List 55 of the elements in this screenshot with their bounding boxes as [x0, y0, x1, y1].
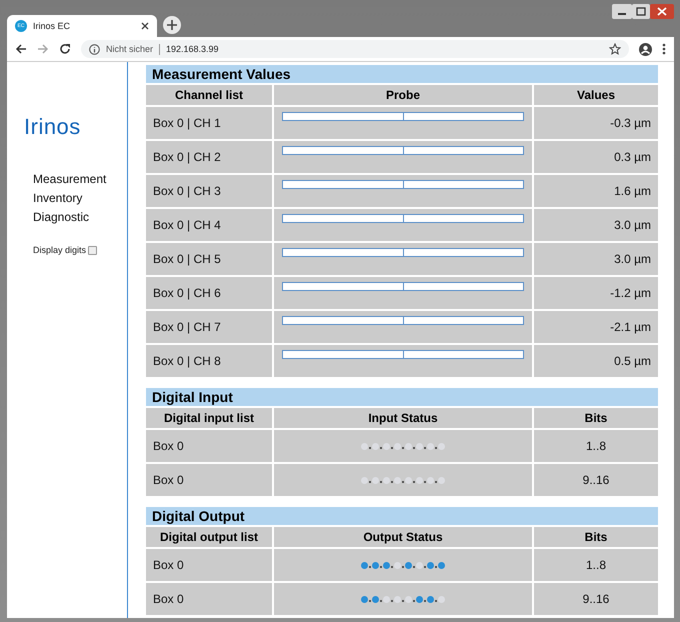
column-header: Input Status	[272, 408, 532, 428]
table-cell: -1.2 µm	[532, 277, 658, 309]
menu-icon[interactable]	[662, 43, 666, 55]
table-cell: 0.5 µm	[532, 345, 658, 377]
table-cell: -0.3 µm	[532, 107, 658, 139]
table-cell: 0.3 µm	[532, 141, 658, 173]
table-cell: 3.0 µm	[532, 209, 658, 241]
column-header: Bits	[532, 527, 658, 547]
column-header: Probe	[272, 85, 532, 105]
info-icon	[89, 44, 100, 54]
nav-link[interactable]: Inventory	[33, 189, 127, 208]
url-text: 192.168.3.99	[166, 44, 219, 54]
section-title: Measurement Values	[146, 65, 658, 83]
nav-link[interactable]: Diagnostic	[33, 208, 127, 227]
table-cell: Box 0	[146, 583, 272, 615]
table-cell: Box 0	[146, 464, 272, 496]
table-cell: 1.6 µm	[532, 175, 658, 207]
column-header: Values	[532, 85, 658, 105]
checkbox[interactable]	[88, 246, 98, 254]
table-cell: Box 0 | CH 3	[146, 175, 272, 207]
new-tab-icon[interactable]	[163, 16, 181, 34]
table-cell: Box 0 | CH 4	[146, 209, 272, 241]
table-cell: 9..16	[532, 583, 658, 615]
column-header: Digital output list	[146, 527, 272, 547]
window-controls-icon[interactable]	[612, 4, 674, 20]
table-cell: 3.0 µm	[532, 243, 658, 275]
table-cell: Box 0 | CH 8	[146, 345, 272, 377]
table-cell: 1..8	[532, 549, 658, 581]
column-header: Digital input list	[146, 408, 272, 428]
table-cell: Box 0 | CH 1	[146, 107, 272, 139]
table-cell: Box 0 | CH 5	[146, 243, 272, 275]
table-cell: 1..8	[532, 430, 658, 462]
column-header: Bits	[532, 408, 658, 428]
irinos-logo: Irinos	[23, 114, 82, 140]
table-cell: Box 0 | CH 7	[146, 311, 272, 343]
security-label: Nicht sicher	[106, 44, 154, 54]
account-icon[interactable]	[639, 42, 652, 56]
display-digits-label: Display digits	[33, 245, 86, 255]
section-title: Digital Output	[146, 507, 658, 525]
column-header: Output Status	[272, 527, 532, 547]
table-cell: Box 0 | CH 6	[146, 277, 272, 309]
section-title: Digital Input	[146, 388, 658, 406]
back-icon[interactable]	[15, 43, 27, 55]
column-header: Channel list	[146, 85, 272, 105]
reload-icon[interactable]	[59, 43, 71, 55]
star-icon[interactable]	[609, 43, 621, 55]
nav-link[interactable]: Measurement	[33, 170, 127, 189]
table-cell: 9..16	[532, 464, 658, 496]
table-cell: Box 0 | CH 2	[146, 141, 272, 173]
address-bar[interactable]: Nicht sicher 192.168.3.99	[81, 40, 629, 58]
table-cell: Box 0	[146, 430, 272, 462]
tab-title: Irinos EC	[33, 21, 72, 31]
table-cell: -2.1 µm	[532, 311, 658, 343]
table-cell: Box 0	[146, 549, 272, 581]
close-icon[interactable]	[141, 22, 149, 30]
